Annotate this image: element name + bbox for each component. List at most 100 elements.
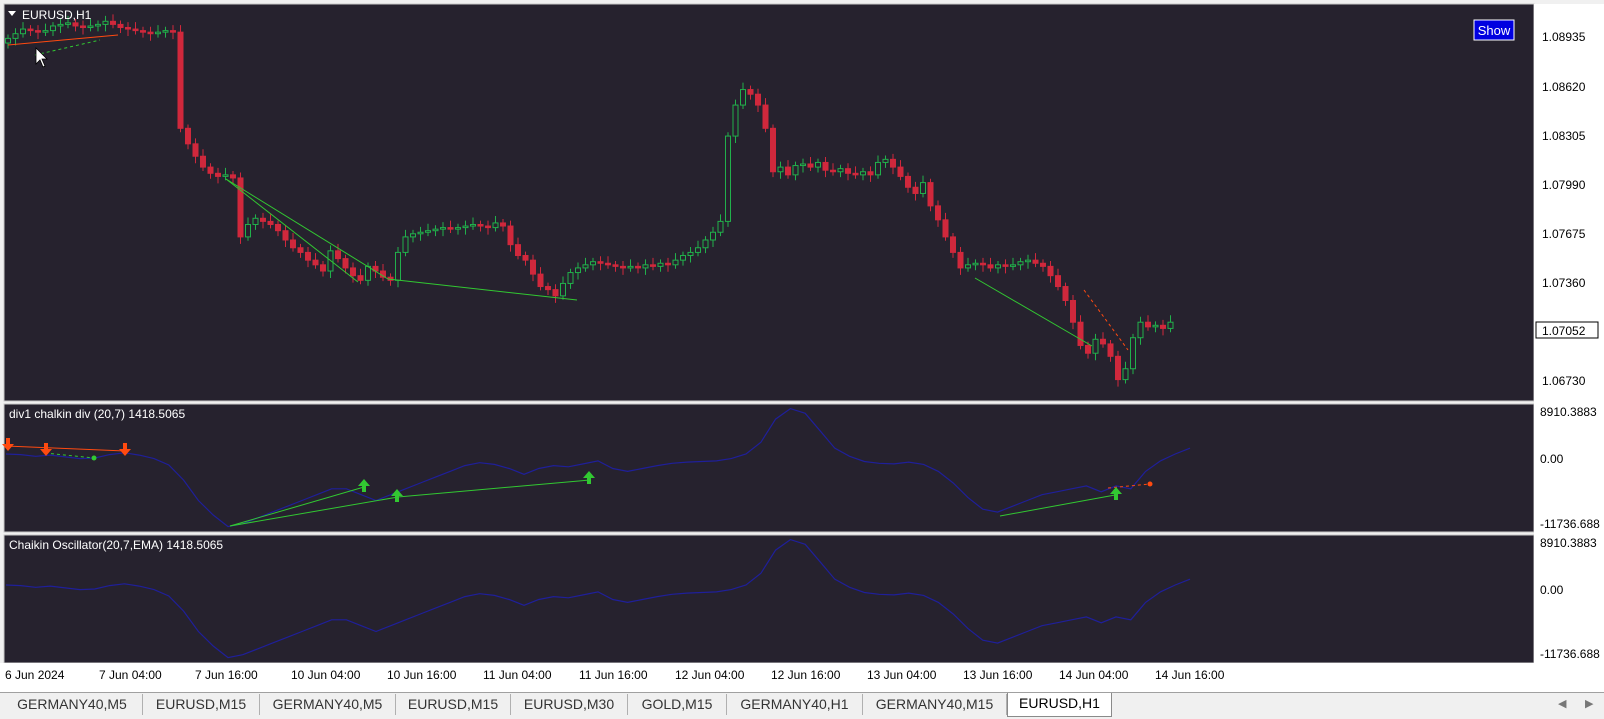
tab-germany40-m15[interactable]: GERMANY40,M15 bbox=[863, 694, 1007, 715]
show-button-label: Show bbox=[1478, 23, 1511, 38]
candle-body bbox=[312, 259, 319, 266]
tab-germany40-m5[interactable]: GERMANY40,M5 bbox=[2, 694, 143, 715]
candle-body bbox=[747, 89, 754, 95]
candle-body bbox=[822, 161, 829, 171]
tab-eurusd-h1[interactable]: EURUSD,H1 bbox=[1007, 693, 1112, 717]
candle-body bbox=[597, 261, 604, 264]
candle-body bbox=[905, 175, 911, 188]
time-label: 7 Jun 04:00 bbox=[99, 668, 162, 682]
candle-body bbox=[207, 166, 214, 174]
candle-body bbox=[1055, 275, 1061, 288]
candle-body bbox=[417, 231, 424, 235]
tab-gold-m15[interactable]: GOLD,M15 bbox=[628, 694, 727, 715]
candle-body bbox=[702, 239, 709, 249]
candle-body bbox=[230, 174, 236, 179]
candle-body bbox=[275, 223, 281, 232]
candle-body bbox=[1130, 337, 1136, 370]
candle-body bbox=[740, 89, 746, 106]
indicator1-axis-top: 8910.3883 bbox=[1540, 405, 1597, 419]
price-label: 1.08935 bbox=[1542, 30, 1586, 44]
candle-body bbox=[342, 258, 349, 269]
candle-body bbox=[860, 171, 866, 176]
tab-germany40-m5[interactable]: GERMANY40,M5 bbox=[260, 694, 396, 715]
candle-body bbox=[320, 264, 326, 272]
candle-body bbox=[695, 247, 701, 253]
candle-body bbox=[12, 33, 19, 39]
symbol-title: EURUSD,H1 bbox=[22, 8, 92, 22]
candle-body bbox=[575, 267, 581, 274]
indicator2-panel[interactable] bbox=[3, 534, 1535, 664]
divergence-dot bbox=[91, 455, 97, 461]
candle-body bbox=[612, 264, 619, 267]
candle-body bbox=[492, 222, 499, 229]
candle-body bbox=[170, 30, 176, 33]
candle-body bbox=[147, 31, 154, 35]
candle-body bbox=[477, 223, 484, 227]
candle-body bbox=[462, 225, 469, 229]
candle-body bbox=[845, 168, 851, 174]
time-label: 12 Jun 04:00 bbox=[675, 668, 745, 682]
candle-body bbox=[920, 182, 926, 194]
candle-body bbox=[260, 217, 266, 222]
candle-body bbox=[447, 227, 454, 230]
candle-body bbox=[1017, 261, 1024, 266]
candle-body bbox=[252, 217, 259, 225]
price-label: 1.08305 bbox=[1542, 129, 1586, 143]
price-label: 1.07675 bbox=[1542, 227, 1586, 241]
candle-body bbox=[485, 225, 491, 229]
candle-body bbox=[980, 262, 986, 266]
tab-germany40-h1[interactable]: GERMANY40,H1 bbox=[727, 694, 863, 715]
time-label: 7 Jun 16:00 bbox=[195, 668, 258, 682]
candle-body bbox=[1010, 264, 1016, 267]
tab-eurusd-m15[interactable]: EURUSD,M15 bbox=[143, 694, 260, 715]
divergence-dot bbox=[1147, 481, 1153, 487]
candle-body bbox=[852, 172, 859, 176]
indicator1-title: div1 chalkin div (20,7) 1418.5065 bbox=[9, 407, 185, 421]
candle-body bbox=[470, 223, 476, 227]
candle-body bbox=[567, 272, 574, 284]
time-label: 13 Jun 04:00 bbox=[867, 668, 937, 682]
candle-body bbox=[350, 267, 356, 277]
candle-body bbox=[792, 165, 799, 176]
tab-scroll-right-icon[interactable]: ▶ bbox=[1585, 697, 1593, 710]
candle-body bbox=[395, 251, 401, 281]
indicator2-axis-top: 8910.3883 bbox=[1540, 536, 1597, 550]
show-button[interactable]: Show bbox=[1473, 19, 1515, 41]
candle-body bbox=[837, 168, 844, 173]
candle-body bbox=[830, 169, 836, 173]
price-label: 1.07360 bbox=[1542, 276, 1586, 290]
tab-eurusd-m30[interactable]: EURUSD,M30 bbox=[511, 694, 628, 715]
candle-body bbox=[800, 163, 806, 167]
candle-body bbox=[537, 273, 544, 288]
candle-body bbox=[297, 247, 304, 253]
candle-body bbox=[965, 264, 971, 269]
candle-body bbox=[1002, 264, 1009, 267]
candle-body bbox=[27, 28, 34, 32]
candle-body bbox=[882, 158, 889, 163]
candle-body bbox=[867, 171, 874, 176]
candle-body bbox=[762, 104, 769, 129]
tab-eurusd-m15[interactable]: EURUSD,M15 bbox=[396, 694, 511, 715]
tab-scroll-left-icon[interactable]: ◀ bbox=[1558, 697, 1566, 710]
candle-body bbox=[875, 161, 881, 176]
chart-window[interactable]: EURUSD,H1 Show div1 chalkin div (20,7) 1… bbox=[0, 0, 1604, 692]
main-price-panel[interactable] bbox=[3, 3, 1535, 402]
candle-body bbox=[222, 174, 229, 177]
candle-body bbox=[560, 282, 566, 297]
time-label: 10 Jun 04:00 bbox=[291, 668, 361, 682]
candle-body bbox=[1145, 321, 1151, 328]
candle-body bbox=[815, 161, 821, 168]
indicator1-panel[interactable] bbox=[3, 403, 1535, 533]
candle-body bbox=[80, 25, 86, 29]
candle-body bbox=[522, 255, 529, 261]
candle-body bbox=[140, 30, 146, 33]
candle-body bbox=[927, 182, 934, 207]
candle-body bbox=[1047, 265, 1054, 277]
candle-body bbox=[1025, 259, 1031, 263]
candle-body bbox=[282, 230, 289, 241]
current-price-label: 1.07052 bbox=[1535, 321, 1599, 339]
current-price-value: 1.07052 bbox=[1542, 324, 1586, 338]
candle-body bbox=[972, 262, 979, 266]
candle-body bbox=[1040, 262, 1046, 267]
candle-body bbox=[132, 28, 139, 32]
